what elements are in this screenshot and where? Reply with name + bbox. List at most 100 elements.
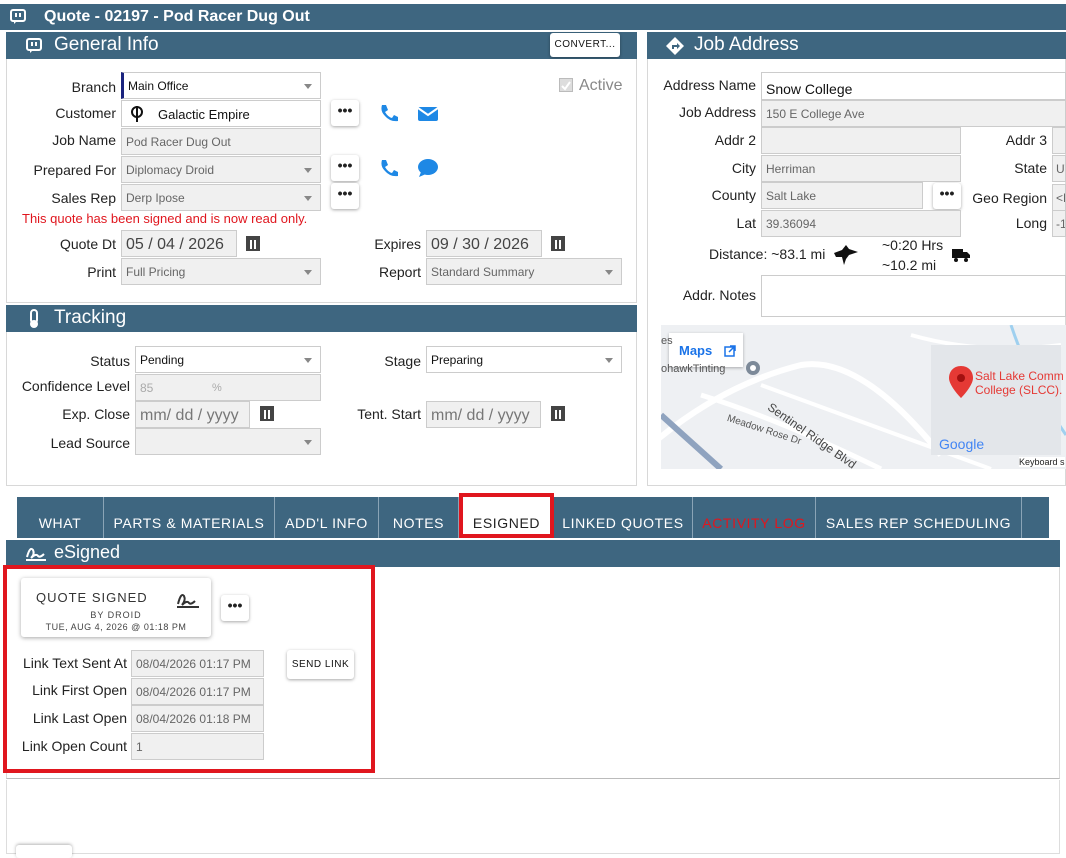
map-marker-icon [949, 366, 973, 398]
customer-field[interactable]: Galactic Empire [121, 100, 321, 127]
sales-rep-label: Sales Rep [51, 190, 116, 206]
crow-icon [834, 245, 858, 265]
signature-icon [26, 547, 46, 561]
calendar-icon[interactable] [551, 406, 565, 421]
map-poi: ohawkTinting [661, 363, 726, 375]
job-address-title: Job Address [694, 34, 799, 55]
chevron-down-icon [304, 270, 312, 275]
address-name-field[interactable]: Snow College [761, 72, 1066, 100]
tent-start-field[interactable]: mm/ dd / yyyy [426, 401, 541, 428]
prepared-for-select[interactable]: Diplomacy Droid [121, 156, 321, 183]
lat-field[interactable]: 39.36094 [761, 210, 961, 237]
email-icon[interactable] [417, 106, 439, 122]
tab-esigned[interactable]: ESIGNED [459, 493, 554, 538]
job-address-field[interactable]: 150 E College Ave [761, 100, 1066, 127]
county-field[interactable]: Salt Lake [761, 182, 923, 209]
report-label: Report [378, 264, 421, 280]
phone-icon[interactable] [378, 103, 400, 123]
county-more-button[interactable]: ••• [933, 183, 961, 209]
quote-signed-card: QUOTE SIGNED BY DROID TUE, AUG 4, 2026 @… [21, 578, 211, 637]
tab-parts-materials[interactable]: PARTS & MATERIALS [104, 497, 275, 538]
quote-date-field[interactable]: 05 / 04 / 2026 [121, 230, 237, 257]
job-address-label: Job Address [678, 104, 756, 120]
chat-icon[interactable] [416, 158, 440, 178]
active-checkbox[interactable] [559, 78, 573, 92]
tab-linked-quotes[interactable]: LINKED QUOTES [554, 497, 693, 538]
customer-value: Galactic Empire [158, 107, 250, 122]
phone-icon[interactable] [378, 158, 400, 178]
confidence-field[interactable]: 85% [135, 374, 321, 401]
link-sent-value: 08/04/2026 01:17 PM [131, 650, 264, 677]
distance-text: Distance: ~83.1 mi [709, 246, 826, 262]
tab-activity-log[interactable]: ACTIVITY LOG [693, 497, 816, 538]
map-place-1: Salt Lake Comm [975, 369, 1064, 383]
esigned-more-button[interactable]: ••• [221, 595, 249, 621]
quote-signed-title: QUOTE SIGNED [36, 590, 148, 605]
sales-rep-select[interactable]: Derp Ipose [121, 184, 321, 211]
link-sent-label: Link Text Sent At [22, 655, 127, 671]
address-name-label: Address Name [663, 77, 756, 93]
chevron-down-icon [304, 168, 312, 173]
tab-sales-rep-scheduling[interactable]: SALES REP SCHEDULING [816, 497, 1022, 538]
print-label: Print [87, 264, 116, 280]
check-icon [561, 81, 571, 91]
maps-link-box[interactable]: Maps [669, 333, 743, 367]
signed-by: BY DROID [90, 610, 142, 620]
report-select[interactable]: Standard Summary [426, 258, 622, 285]
exp-close-field[interactable]: mm/ dd / yyyy [135, 401, 250, 428]
calendar-icon[interactable] [260, 406, 274, 421]
job-address-header: Job Address [647, 32, 1066, 59]
map-view[interactable]: Maps es ohawkTinting Sentinel Ridge Blvd… [661, 325, 1066, 469]
long-field[interactable]: -1 [1052, 210, 1066, 237]
status-value: Pending [140, 353, 185, 367]
chevron-down-icon [304, 196, 312, 201]
customer-label: Customer [55, 105, 116, 121]
window-title: Quote - 02197 - Pod Racer Dug Out [44, 8, 310, 25]
addr2-field[interactable] [761, 127, 961, 154]
stage-value: Preparing [431, 353, 484, 367]
quote-date-label: Quote Dt [59, 236, 116, 252]
directions-icon [666, 37, 684, 55]
branch-select[interactable]: Main Office [121, 72, 321, 99]
signed-date: TUE, AUG 4, 2026 @ 01:18 PM [45, 622, 187, 632]
confidence-label: Confidence Level [21, 378, 130, 394]
window-title-bar: Quote - 02197 - Pod Racer Dug Out [0, 4, 1066, 30]
drive-distance: ~10.2 mi [882, 257, 937, 273]
status-select[interactable]: Pending [135, 346, 321, 373]
addr3-field[interactable] [1052, 127, 1066, 154]
addr3-label: Addr 3 [1005, 132, 1047, 148]
keyboard-shortcuts[interactable]: Keyboard s [1019, 457, 1065, 467]
tab-bar: WHAT PARTS & MATERIALS ADD'L INFO NOTES … [17, 493, 1049, 538]
drive-time: ~0:20 Hrs [882, 237, 944, 253]
calendar-icon[interactable] [551, 236, 565, 251]
lead-source-label: Lead Source [50, 435, 130, 451]
city-label: City [731, 160, 756, 176]
general-info-header: General Info CONVERT... [6, 32, 637, 59]
link-last-open-value: 08/04/2026 01:18 PM [131, 705, 264, 732]
scroll-button[interactable] [16, 845, 72, 858]
stage-select[interactable]: Preparing [426, 346, 622, 373]
tab-addl-info[interactable]: ADD'L INFO [275, 497, 379, 538]
active-label: Active [579, 77, 623, 94]
convert-button[interactable]: CONVERT... [550, 33, 620, 57]
print-select[interactable]: Full Pricing [121, 258, 321, 285]
tracking-title: Tracking [54, 307, 127, 328]
lead-source-select[interactable] [135, 428, 321, 455]
addr-notes-field[interactable] [761, 275, 1066, 317]
city-field[interactable]: Herriman [761, 155, 961, 182]
tab-notes[interactable]: NOTES [379, 497, 459, 538]
maps-link[interactable]: Maps [679, 343, 712, 358]
sales-rep-more-button[interactable]: ••• [331, 183, 359, 209]
expires-date-field[interactable]: 09 / 30 / 2026 [426, 230, 542, 257]
send-link-button[interactable]: SEND LINK [287, 650, 354, 679]
geo-region-field[interactable]: <E [1052, 184, 1066, 211]
state-field[interactable]: UT [1052, 155, 1066, 182]
expires-label: Expires [374, 236, 421, 252]
calendar-icon[interactable] [246, 236, 260, 251]
link-last-open-label: Link Last Open [32, 710, 127, 726]
job-name-field[interactable]: Pod Racer Dug Out [121, 128, 321, 155]
prepared-for-more-button[interactable]: ••• [331, 155, 359, 181]
addr-notes-label: Addr. Notes [682, 287, 756, 303]
customer-more-button[interactable]: ••• [331, 100, 359, 126]
tab-what[interactable]: WHAT [17, 497, 104, 538]
